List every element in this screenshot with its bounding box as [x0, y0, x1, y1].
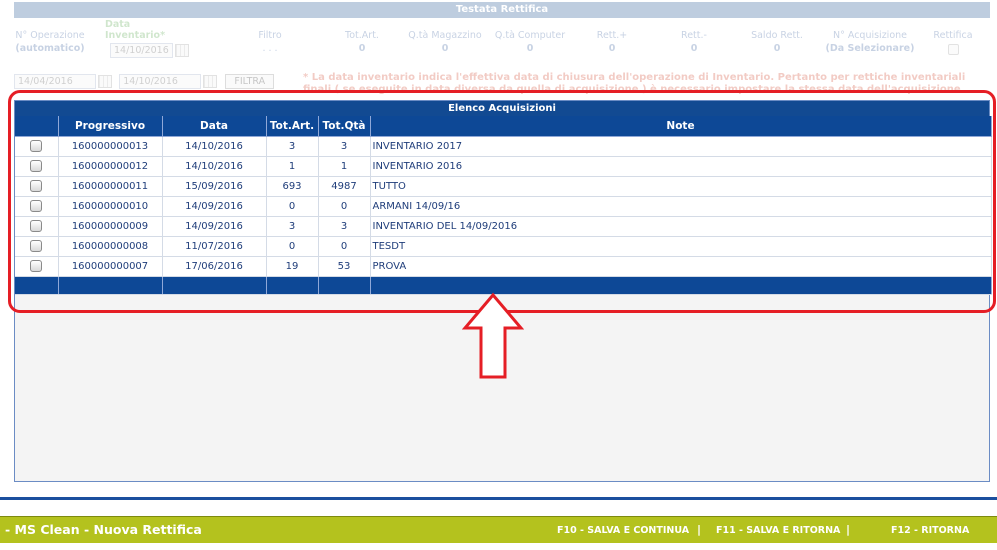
table-row[interactable]: 160000000013 14/10/2016 3 3 INVENTARIO 2017 — [15, 136, 992, 157]
note-cell: INVENTARIO 2016 — [370, 156, 992, 177]
panel-title: Elenco Acquisizioni — [15, 101, 989, 116]
data-cell: 17/06/2016 — [162, 256, 267, 277]
filter-row: 14/04/2016 14/10/2016 FILTRA — [14, 74, 275, 89]
data-cell: 14/09/2016 — [162, 196, 267, 217]
col-header-tot-qta[interactable]: Tot.Qtà — [318, 116, 371, 137]
calendar-icon[interactable] — [174, 44, 189, 57]
note-cell: INVENTARIO 2017 — [370, 136, 992, 157]
table-header-row: Progressivo Data Tot.Art. Tot.Qtà Note — [15, 116, 992, 137]
progressivo-cell: 160000000013 — [58, 136, 163, 157]
col-rett-minus: Rett.- 0 — [681, 30, 707, 54]
col-numero-acquisizione: N° Acquisizione (Da Selezionare) — [825, 30, 915, 54]
data-cell: 14/10/2016 — [162, 156, 267, 177]
data-cell: 14/09/2016 — [162, 216, 267, 237]
row-select-cell — [15, 236, 59, 257]
data-cell: 15/09/2016 — [162, 176, 267, 197]
note-cell: TUTTO — [370, 176, 992, 197]
tot-art-cell: 3 — [266, 216, 319, 237]
table-row[interactable]: 160000000010 14/09/2016 0 0 ARMANI 14/09/16 — [15, 196, 992, 217]
acquisizioni-table: Progressivo Data Tot.Art. Tot.Qtà Note 1… — [15, 116, 992, 295]
row-select-cell — [15, 256, 59, 277]
data-cell: 14/10/2016 — [162, 136, 267, 157]
row-select-cell — [15, 216, 59, 237]
divider — [0, 497, 997, 500]
tot-qta-cell: 1 — [318, 156, 371, 177]
data-inventario-input[interactable]: 14/10/2016 — [110, 43, 173, 58]
filter-from-input[interactable]: 14/04/2016 — [14, 74, 96, 89]
row-select-cell — [15, 156, 59, 177]
col-qta-computer: Q.tà Computer 0 — [494, 30, 566, 54]
filter-to-input[interactable]: 14/10/2016 — [119, 74, 202, 89]
col-qta-magazzino: Q.tà Magazzino 0 — [408, 30, 482, 54]
tot-art-cell: 3 — [266, 136, 319, 157]
row-checkbox[interactable] — [30, 240, 43, 252]
app-title: - MS Clean - Nuova Rettifica — [5, 522, 202, 537]
col-rettifica: Rettifica — [928, 19, 978, 58]
tot-art-cell: 0 — [266, 196, 319, 217]
row-checkbox[interactable] — [30, 260, 43, 272]
progressivo-cell: 160000000008 — [58, 236, 163, 257]
tot-qta-cell: 3 — [318, 136, 371, 157]
table-row[interactable]: 160000000007 17/06/2016 19 53 PROVA — [15, 256, 992, 277]
inventory-date-note: * La data inventario indica l'effettiva … — [303, 72, 966, 95]
elenco-acquisizioni-panel: Elenco Acquisizioni Progressivo Data Tot… — [14, 100, 992, 482]
row-select-cell — [15, 176, 59, 197]
note-cell: ARMANI 14/09/16 — [370, 196, 992, 217]
col-header-progressivo[interactable]: Progressivo — [58, 116, 163, 137]
table-body: 160000000013 14/10/2016 3 3 INVENTARIO 2017 1… — [15, 136, 992, 277]
tot-qta-cell: 4987 — [318, 176, 371, 197]
tot-qta-cell: 3 — [318, 216, 371, 237]
row-checkbox[interactable] — [30, 180, 43, 192]
col-saldo-rett: Saldo Rett. 0 — [751, 30, 803, 54]
calendar-icon[interactable] — [203, 75, 218, 88]
progressivo-cell: 160000000009 — [58, 216, 163, 237]
note-cell: TESDT — [370, 236, 992, 257]
calendar-icon[interactable] — [98, 75, 112, 88]
section-title: Testata Rettifica — [14, 2, 990, 18]
col-tot-art: Tot.Art. 0 — [345, 30, 379, 54]
f11-save-return-button[interactable]: F11 - SALVA E RITORNA — [716, 525, 840, 536]
col-data-inventario: Data Inventario* 14/10/2016 — [105, 19, 220, 58]
progressivo-cell: 160000000011 — [58, 176, 163, 197]
progressivo-cell: 160000000010 — [58, 196, 163, 217]
separator: | — [697, 523, 702, 536]
f10-save-continue-button[interactable]: F10 - SALVA E CONTINUA — [557, 525, 689, 536]
table-row[interactable]: 160000000012 14/10/2016 1 1 INVENTARIO 2016 — [15, 156, 992, 177]
progressivo-cell: 160000000012 — [58, 156, 163, 177]
filtra-button[interactable]: FILTRA — [225, 74, 275, 89]
note-cell: PROVA — [370, 256, 992, 277]
tot-qta-cell: 0 — [318, 236, 371, 257]
row-checkbox[interactable] — [30, 160, 43, 172]
note-cell: INVENTARIO DEL 14/09/2016 — [370, 216, 992, 237]
row-select-cell — [15, 136, 59, 157]
tot-art-cell: 0 — [266, 236, 319, 257]
row-checkbox[interactable] — [30, 140, 43, 152]
separator: | — [846, 523, 851, 536]
table-row[interactable]: 160000000009 14/09/2016 3 3 INVENTARIO DEL 1… — [15, 216, 992, 237]
col-filtro: Filtro . . . — [258, 30, 282, 54]
rettifica-checkbox[interactable] — [947, 44, 959, 55]
f12-return-button[interactable]: F12 - RITORNA — [891, 525, 969, 536]
data-cell: 11/07/2016 — [162, 236, 267, 257]
tot-art-cell: 693 — [266, 176, 319, 197]
progressivo-cell: 160000000007 — [58, 256, 163, 277]
col-header-select — [15, 116, 59, 137]
row-checkbox[interactable] — [30, 220, 43, 232]
tot-qta-cell: 0 — [318, 196, 371, 217]
col-rett-plus: Rett.+ 0 — [596, 30, 628, 54]
tot-qta-cell: 53 — [318, 256, 371, 277]
table-row[interactable]: 160000000011 15/09/2016 693 4987 TUTTO — [15, 176, 992, 197]
row-checkbox[interactable] — [30, 200, 43, 212]
row-select-cell — [15, 196, 59, 217]
col-header-data[interactable]: Data — [162, 116, 267, 137]
bottom-action-bar: - MS Clean - Nuova Rettifica F10 - SALVA… — [0, 516, 997, 543]
up-arrow-annotation-icon — [462, 292, 524, 379]
col-numero-operazione: N° Operazione (automatico) — [15, 30, 85, 54]
col-header-tot-art[interactable]: Tot.Art. — [266, 116, 319, 137]
col-header-note[interactable]: Note — [370, 116, 992, 137]
tot-art-cell: 1 — [266, 156, 319, 177]
tot-art-cell: 19 — [266, 256, 319, 277]
table-row[interactable]: 160000000008 11/07/2016 0 0 TESDT — [15, 236, 992, 257]
